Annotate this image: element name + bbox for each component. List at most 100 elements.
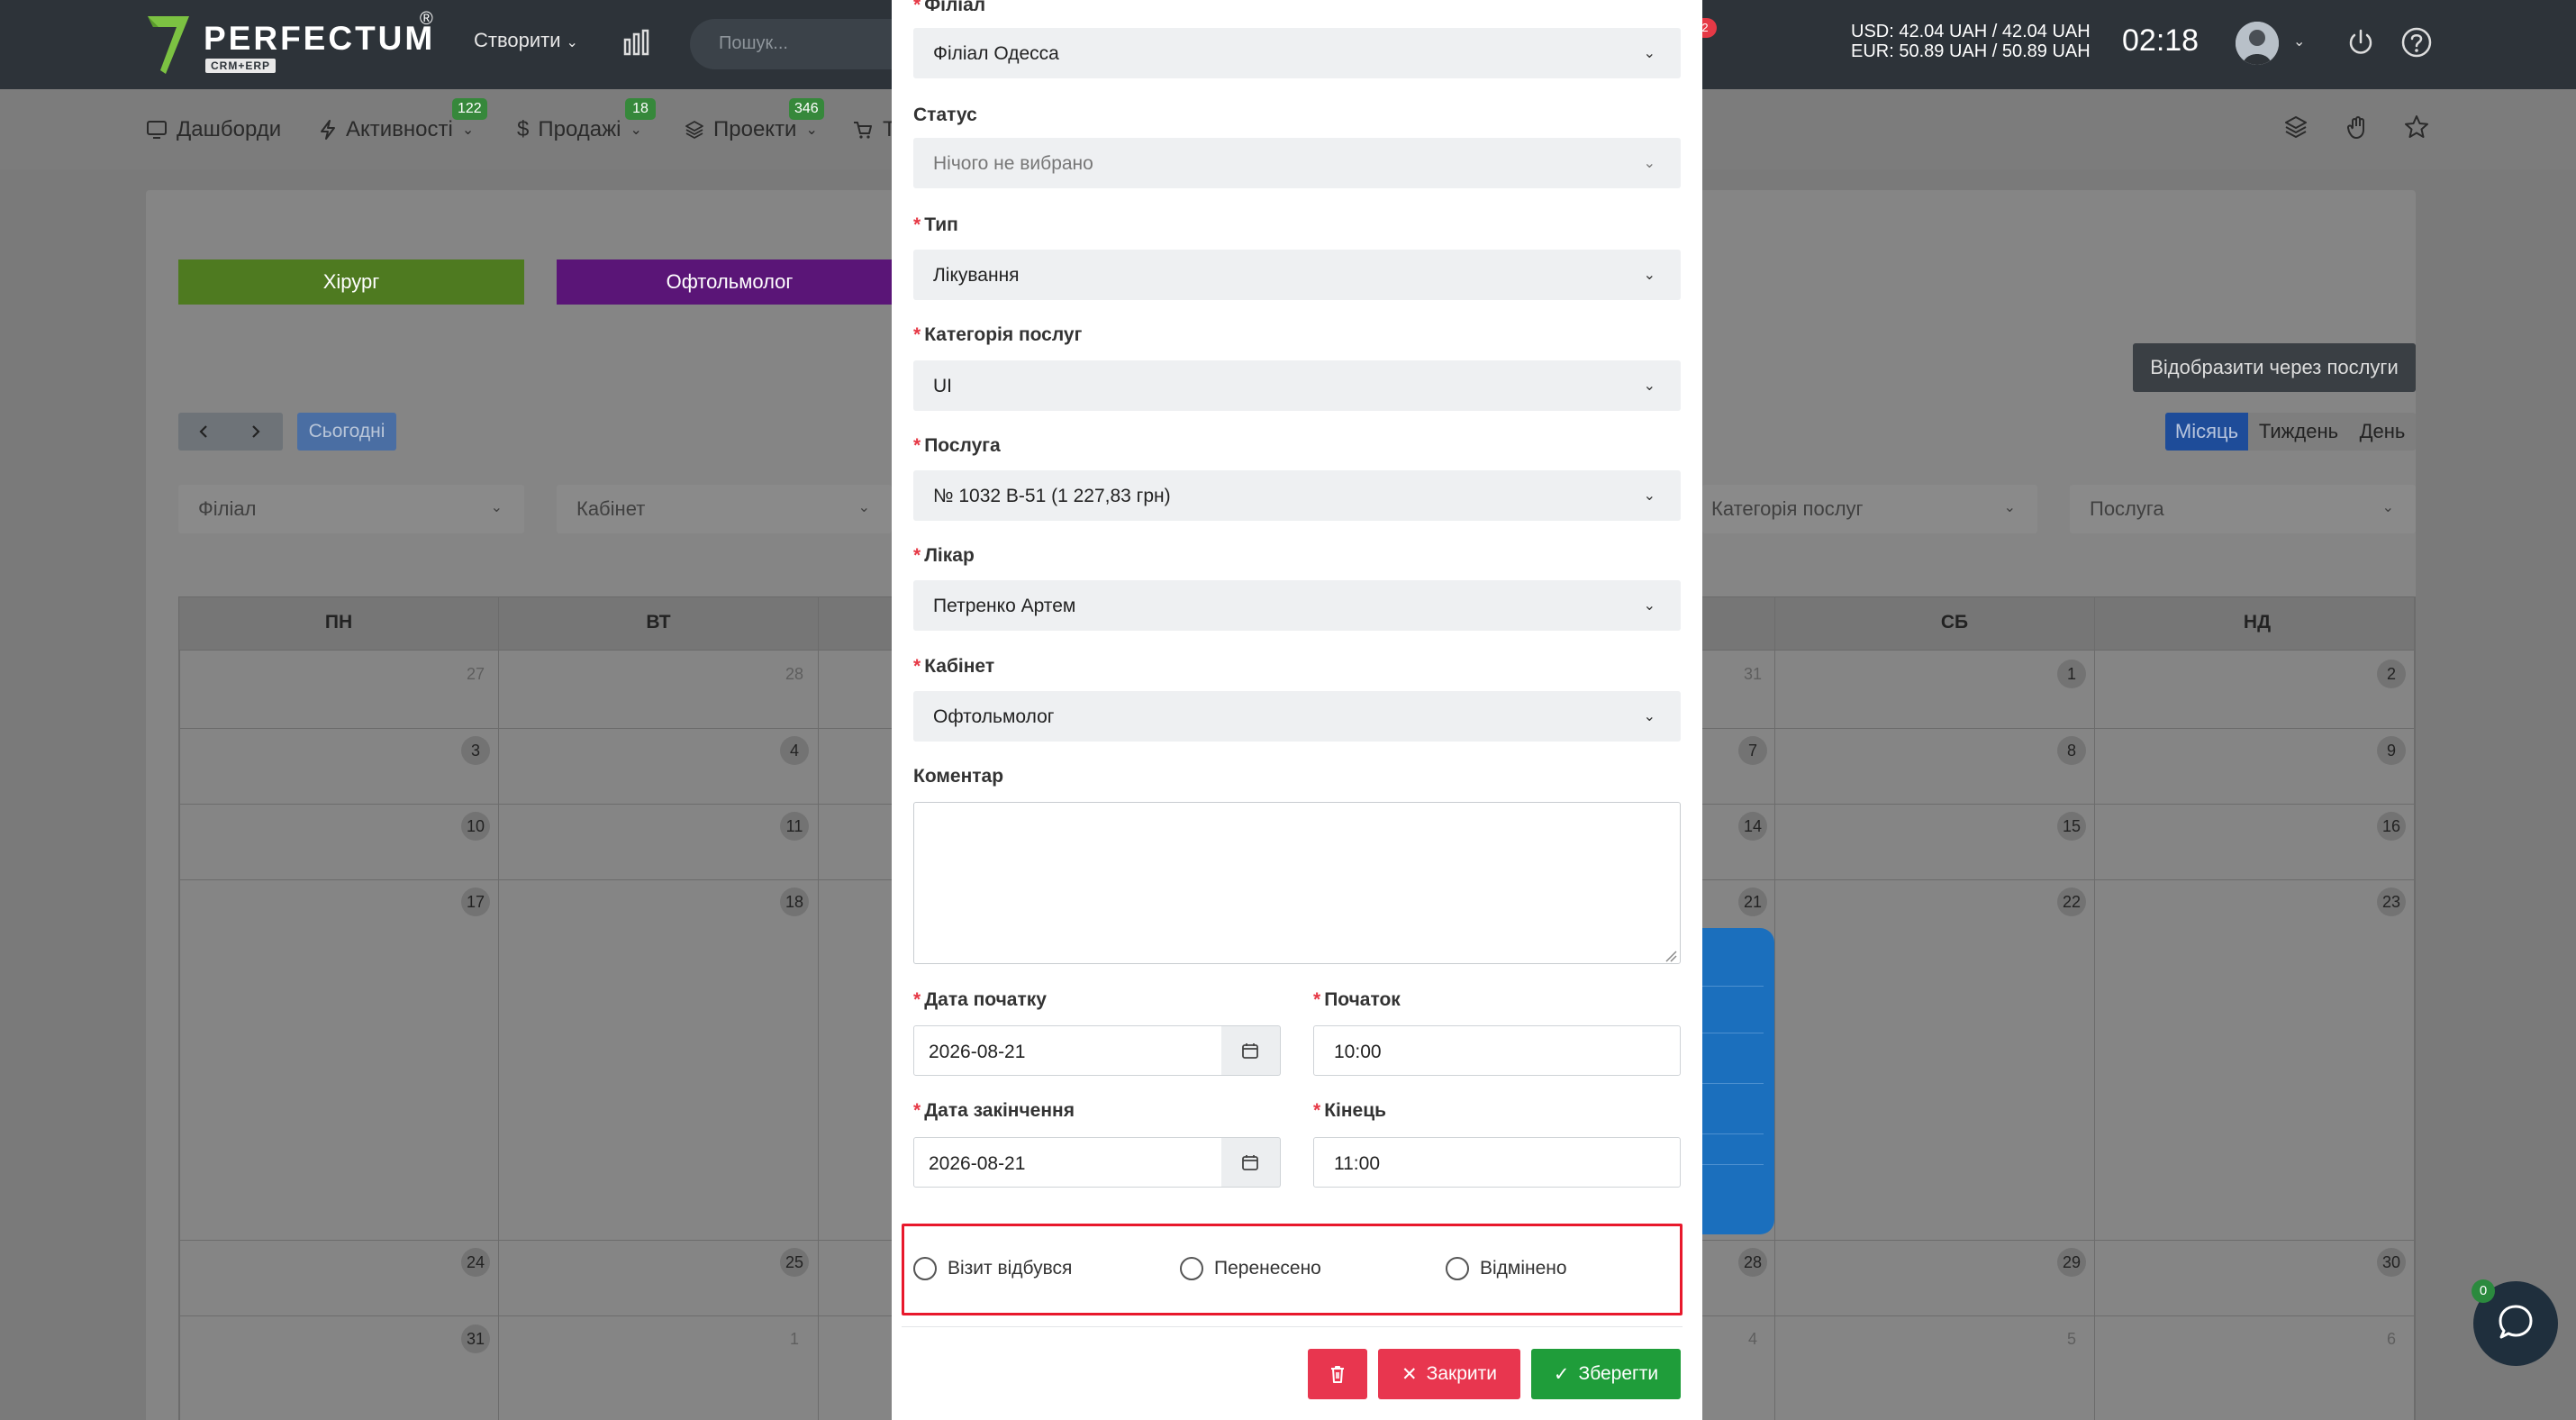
day-number[interactable]: 4 [1738, 1324, 1767, 1353]
create-menu[interactable]: Створити ⌄ [474, 29, 578, 52]
day-number[interactable]: 8 [2057, 736, 2086, 765]
hand-icon[interactable] [2344, 114, 2371, 141]
radio-circle[interactable] [1180, 1257, 1203, 1280]
day-number[interactable]: 28 [1738, 1248, 1767, 1277]
tag-surgeon[interactable]: Хірург [178, 259, 524, 305]
brand-reg-mark: ® [420, 9, 433, 29]
nav-item-sales[interactable]: $ Продажі ⌄ [517, 117, 642, 142]
end-date-input[interactable]: 2026-08-21 [913, 1137, 1223, 1188]
day-number[interactable]: 29 [2057, 1248, 2086, 1277]
end-time-input[interactable]: 11:00 [1313, 1137, 1681, 1188]
nav-item-label: Дашборди [177, 117, 282, 141]
radio-visit-done[interactable]: Візит відбувся [913, 1257, 1072, 1280]
start-date-picker-button[interactable] [1221, 1025, 1281, 1076]
day-number[interactable]: 21 [1738, 888, 1767, 916]
star-icon[interactable] [2403, 114, 2430, 141]
status-select[interactable]: Нічого не вибрано ⌄ [913, 138, 1681, 188]
filter-service-category-label: Категорія послуг [1711, 497, 1864, 520]
day-number[interactable]: 3 [461, 736, 490, 765]
day-number[interactable]: 14 [1738, 812, 1767, 841]
view-month-button[interactable]: Місяць [2165, 413, 2248, 451]
close-icon: ✕ [1401, 1363, 1418, 1385]
layers-icon[interactable] [2282, 114, 2309, 141]
delete-button[interactable] [1308, 1349, 1367, 1399]
start-date-input[interactable]: 2026-08-21 [913, 1025, 1223, 1076]
day-number[interactable]: 22 [2057, 888, 2086, 916]
grid-line [1774, 596, 1775, 1420]
grid-line [2414, 596, 2416, 1420]
close-button-label: Закрити [1426, 1363, 1497, 1384]
service-select[interactable]: № 1032 B-51 (1 227,83 грн) ⌄ [913, 470, 1681, 521]
view-day-button[interactable]: День [2349, 413, 2416, 451]
day-number[interactable]: 16 [2377, 812, 2406, 841]
chevron-right-icon[interactable] [249, 424, 263, 439]
day-number[interactable]: 18 [780, 888, 809, 916]
type-select[interactable]: Лікування ⌄ [913, 250, 1681, 300]
currency-rates: USD: 42.04 UAH / 42.04 UAH EUR: 50.89 UA… [1851, 22, 2091, 61]
stats-icon[interactable] [621, 27, 652, 58]
day-number[interactable]: 27 [461, 660, 490, 688]
day-number[interactable]: 1 [2057, 660, 2086, 688]
help-icon[interactable] [2399, 25, 2434, 59]
user-avatar[interactable] [2236, 22, 2279, 65]
day-number[interactable]: 15 [2057, 812, 2086, 841]
nav-item-activities[interactable]: Активності ⌄ [319, 117, 474, 142]
day-number[interactable]: 31 [461, 1324, 490, 1353]
filter-cabinet[interactable]: Кабінет ⌄ [557, 485, 892, 533]
logo-mark-icon [148, 16, 189, 74]
nav-item-store[interactable]: Т [852, 117, 896, 142]
day-number[interactable]: 6 [2377, 1324, 2406, 1353]
comment-textarea[interactable] [913, 802, 1681, 964]
close-button[interactable]: ✕ Закрити [1378, 1349, 1520, 1399]
filter-service[interactable]: Послуга ⌄ [2070, 485, 2416, 533]
chevron-down-icon: ⌄ [805, 123, 818, 138]
day-number[interactable]: 28 [780, 660, 809, 688]
nav-item-dashboards[interactable]: Дашборди [146, 117, 281, 142]
cabinet-select[interactable]: Офтольмолог ⌄ [913, 691, 1681, 742]
chat-icon [2499, 1305, 2533, 1339]
service-category-select[interactable]: UI ⌄ [913, 360, 1681, 411]
day-number[interactable]: 24 [461, 1248, 490, 1277]
save-button[interactable]: ✓ Зберегти [1531, 1349, 1681, 1399]
radio-cancelled[interactable]: Відмінено [1446, 1257, 1567, 1280]
day-number[interactable]: 17 [461, 888, 490, 916]
branch-select[interactable]: Філіал Одесса ⌄ [913, 28, 1681, 78]
start-time-input[interactable]: 10:00 [1313, 1025, 1681, 1076]
calendar-event-block[interactable] [1702, 928, 1774, 1234]
filter-branch[interactable]: Філіал ⌄ [178, 485, 524, 533]
radio-circle[interactable] [1446, 1257, 1469, 1280]
day-number[interactable]: 30 [2377, 1248, 2406, 1277]
day-number[interactable]: 2 [2377, 660, 2406, 688]
radio-rescheduled[interactable]: Перенесено [1180, 1257, 1321, 1280]
radio-circle[interactable] [913, 1257, 937, 1280]
chevron-down-icon[interactable]: ⌄ [2293, 32, 2305, 50]
tag-ophthalmologist[interactable]: Офтольмолог [557, 259, 903, 305]
today-button[interactable]: Сьогодні [297, 413, 396, 451]
day-number[interactable]: 10 [461, 812, 490, 841]
day-number[interactable]: 9 [2377, 736, 2406, 765]
weekday-sun: НД [2243, 612, 2272, 633]
day-number[interactable]: 11 [780, 812, 809, 841]
filter-service-category[interactable]: Категорія послуг ⌄ [1702, 485, 2037, 533]
nav-badge-activities: 122 [452, 98, 487, 120]
chevron-left-icon[interactable] [196, 424, 211, 439]
grid-line [2094, 596, 2095, 1420]
day-number[interactable]: 31 [1738, 660, 1767, 688]
power-icon[interactable] [2344, 25, 2378, 59]
resize-grip-icon[interactable] [1664, 950, 1677, 962]
day-number[interactable]: 7 [1738, 736, 1767, 765]
nav-item-projects[interactable]: Проекти ⌄ [685, 117, 818, 142]
brand-subtitle: CRM+ERP [205, 59, 277, 73]
day-number[interactable]: 5 [2057, 1324, 2086, 1353]
show-by-services-button[interactable]: Відобразити через послуги [2133, 343, 2416, 392]
day-number[interactable]: 23 [2377, 888, 2406, 916]
day-number[interactable]: 25 [780, 1248, 809, 1277]
day-number[interactable]: 4 [780, 736, 809, 765]
day-number[interactable]: 1 [780, 1324, 809, 1353]
view-week-button[interactable]: Тиждень [2248, 413, 2349, 451]
chevron-down-icon: ⌄ [1643, 46, 1655, 61]
search-input[interactable]: Пошук... [690, 19, 924, 69]
doctor-select[interactable]: Петренко Артем ⌄ [913, 580, 1681, 631]
end-date-picker-button[interactable] [1221, 1137, 1281, 1188]
filter-cabinet-label: Кабінет [576, 497, 646, 520]
